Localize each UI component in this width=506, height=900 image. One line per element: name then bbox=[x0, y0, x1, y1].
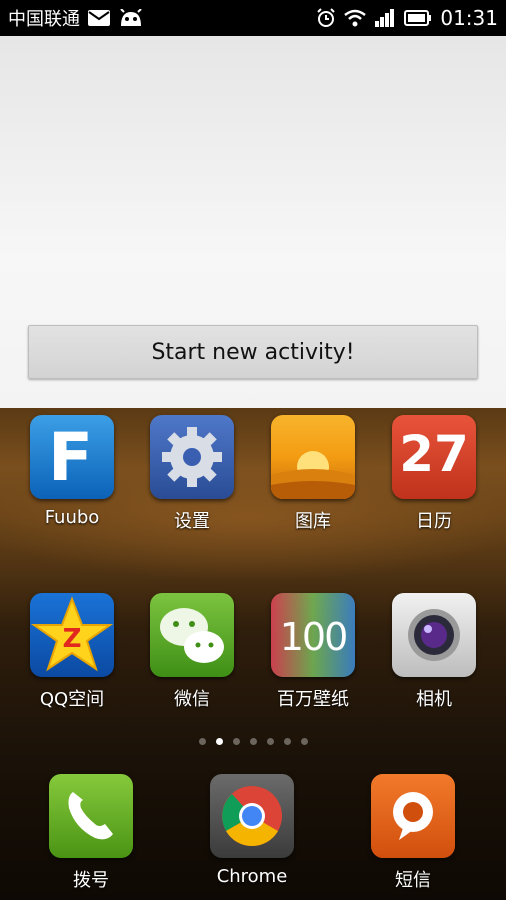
app-wechat[interactable]: 微信 bbox=[132, 593, 252, 711]
app-qzone[interactable]: Z QQ空间 bbox=[12, 593, 132, 711]
android-icon bbox=[120, 9, 142, 26]
app-label: 微信 bbox=[174, 689, 210, 710]
clock-time: 01:31 bbox=[440, 6, 498, 30]
dock-chrome[interactable]: Chrome bbox=[192, 774, 312, 887]
app-label: 图库 bbox=[295, 511, 331, 532]
svg-text:Z: Z bbox=[63, 624, 82, 654]
chrome-icon bbox=[210, 774, 294, 858]
settings-gear-icon bbox=[150, 415, 234, 499]
qzone-star-icon: Z bbox=[30, 593, 114, 677]
phone-icon bbox=[49, 774, 133, 858]
page-dot[interactable] bbox=[249, 738, 257, 745]
wifi-icon bbox=[344, 9, 367, 27]
page-dot[interactable] bbox=[266, 738, 274, 745]
app-label: Fuubo bbox=[44, 507, 100, 528]
status-bar: 中国联通 01:31 bbox=[0, 0, 506, 36]
app-wallpaper[interactable]: 100 百万壁纸 bbox=[253, 593, 373, 711]
battery-icon bbox=[404, 10, 432, 26]
wallpaper-badge: 100 bbox=[279, 615, 349, 659]
page-dot[interactable] bbox=[283, 738, 291, 745]
camera-icon bbox=[392, 593, 476, 677]
page-dot[interactable] bbox=[300, 738, 308, 745]
app-settings[interactable]: 设置 bbox=[132, 415, 252, 533]
app-label: 日历 bbox=[416, 511, 452, 532]
calendar-date: 27 bbox=[399, 425, 469, 483]
mail-icon bbox=[88, 10, 110, 26]
wallpaper-icon: 100 bbox=[271, 593, 355, 677]
app-label: QQ空间 bbox=[39, 689, 105, 710]
carrier-label: 中国联通 bbox=[8, 9, 80, 30]
app-label: 短信 bbox=[395, 870, 431, 891]
calendar-icon: 27 bbox=[392, 415, 476, 499]
page-dot-active[interactable] bbox=[215, 738, 223, 745]
app-fuubo[interactable]: F Fuubo bbox=[12, 415, 132, 528]
page-indicator bbox=[0, 738, 506, 750]
activity-window: Start new activity! bbox=[0, 36, 506, 408]
page-dot[interactable] bbox=[198, 738, 206, 745]
app-label: 百万壁纸 bbox=[277, 689, 349, 710]
dock-sms[interactable]: 短信 bbox=[353, 774, 473, 892]
app-label: 设置 bbox=[174, 511, 210, 532]
app-label: Chrome bbox=[216, 866, 288, 887]
app-label: 拨号 bbox=[73, 870, 109, 891]
app-gallery[interactable]: 图库 bbox=[253, 415, 373, 533]
wechat-bubbles-icon bbox=[150, 593, 234, 677]
app-camera[interactable]: 相机 bbox=[374, 593, 494, 711]
signal-icon bbox=[375, 9, 395, 27]
sms-icon bbox=[371, 774, 455, 858]
app-label: 相机 bbox=[416, 689, 452, 710]
start-new-activity-button[interactable]: Start new activity! bbox=[28, 325, 478, 379]
gallery-sunset-icon bbox=[271, 415, 355, 499]
app-calendar[interactable]: 27 日历 bbox=[374, 415, 494, 533]
dock-phone[interactable]: 拨号 bbox=[31, 774, 151, 892]
alarm-icon bbox=[317, 8, 336, 27]
fuubo-icon: F bbox=[30, 415, 114, 499]
page-dot[interactable] bbox=[232, 738, 240, 745]
